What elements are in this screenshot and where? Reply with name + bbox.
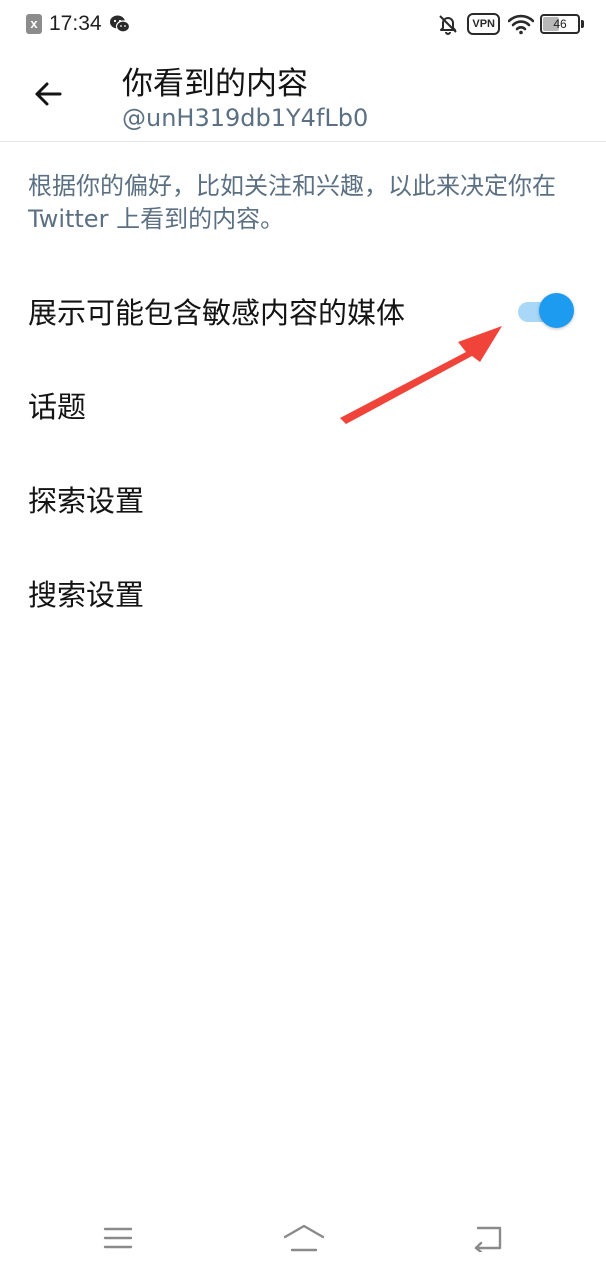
back-button[interactable] <box>26 72 70 116</box>
screen: x 17:34 VPN 46 你看到的内容 @unH319db1Y4fLb0 根… <box>0 0 606 1280</box>
battery-icon: 46 <box>540 14 584 34</box>
account-handle: @unH319db1Y4fLb0 <box>122 104 369 132</box>
header: 你看到的内容 @unH319db1Y4fLb0 <box>0 48 606 142</box>
nav-back-button[interactable] <box>464 1216 512 1260</box>
red-arrow-icon <box>340 326 502 424</box>
setting-row-search[interactable]: 搜索设置 <box>0 557 606 629</box>
nav-menu-button[interactable] <box>94 1216 142 1260</box>
setting-label-topics: 话题 <box>28 390 87 424</box>
toggle-thumb <box>539 293 574 328</box>
setting-label-search: 搜索设置 <box>28 578 145 612</box>
setting-label-explore: 探索设置 <box>28 484 145 518</box>
status-bar: x 17:34 VPN 46 <box>0 0 606 48</box>
arrow-left-icon <box>35 82 62 106</box>
page-title: 你看到的内容 <box>122 66 308 102</box>
nav-home-button[interactable] <box>280 1216 328 1260</box>
status-left: x 17:34 <box>26 10 131 38</box>
wifi-icon <box>508 14 534 35</box>
vpn-icon: VPN <box>467 13 500 35</box>
wechat-icon <box>109 15 130 33</box>
status-right: VPN 46 <box>437 10 584 38</box>
menu-icon <box>103 1227 133 1249</box>
setting-row-explore[interactable]: 探索设置 <box>0 463 606 535</box>
back-icon <box>474 1226 502 1252</box>
home-icon <box>283 1224 325 1252</box>
bell-off-icon <box>439 15 458 35</box>
page-description: 根据你的偏好，比如关注和兴趣，以此来决定你在 Twitter 上看到的内容。 <box>28 172 556 233</box>
notification-x-icon: x <box>26 14 42 34</box>
system-nav-bar <box>0 1204 606 1280</box>
battery-cap <box>581 20 584 28</box>
status-time: 17:34 <box>49 12 102 35</box>
battery-level: 46 <box>553 17 567 31</box>
